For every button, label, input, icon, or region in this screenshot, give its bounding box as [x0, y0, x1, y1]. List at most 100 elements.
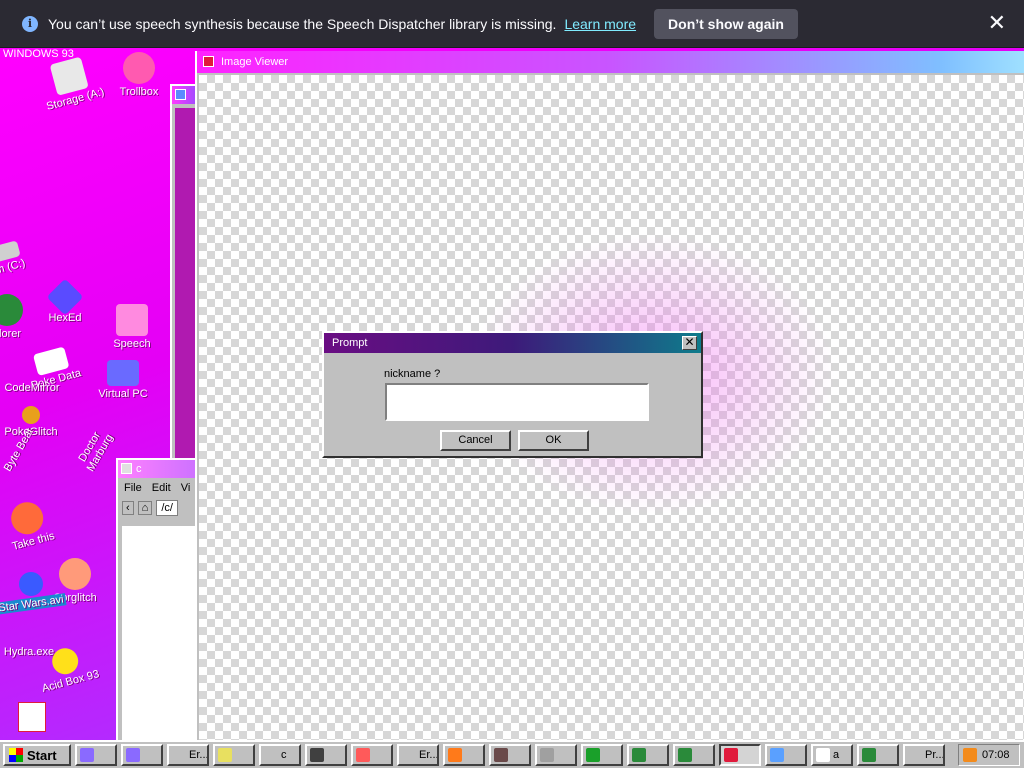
ok-button[interactable]: OK — [518, 430, 589, 451]
star-wars-icon[interactable]: Star Wars.avi — [0, 572, 67, 615]
task-app-icon — [540, 748, 554, 762]
taskbar-item[interactable] — [305, 744, 347, 766]
task-app-icon — [80, 748, 94, 762]
task-app-icon — [264, 748, 278, 762]
icon-label: Virtual PC — [98, 388, 148, 400]
video-icon — [19, 572, 43, 596]
face-icon — [116, 304, 148, 336]
task-app-icon — [448, 748, 462, 762]
cube-icon — [46, 278, 84, 316]
taskbar-item[interactable]: c — [259, 744, 301, 766]
nickname-label: nickname ? — [384, 368, 441, 380]
rss-icon[interactable] — [963, 748, 977, 762]
clock: 07:08 — [982, 749, 1010, 761]
learn-more-link[interactable]: Learn more — [564, 16, 636, 32]
explorer-icon — [0, 294, 23, 326]
desktop-title: WINDOWS 93 — [3, 48, 74, 60]
task-label: c — [281, 749, 287, 761]
task-label: Er... — [189, 749, 209, 761]
doctor-marburg-icon[interactable]: Doctor Marburg — [67, 414, 123, 487]
taskbar-item[interactable] — [75, 744, 117, 766]
taskbar-item[interactable] — [765, 744, 807, 766]
taskbar-item[interactable] — [443, 744, 485, 766]
monitor-icon — [107, 360, 139, 386]
taskbar-item[interactable] — [719, 744, 761, 766]
trollbox-icon[interactable]: Trollbox — [104, 52, 174, 98]
hexed-icon[interactable]: HexEd — [30, 278, 100, 324]
path-input[interactable]: /c/ — [156, 500, 178, 516]
taskbar-item[interactable] — [489, 744, 531, 766]
icon-label: Doctor Marburg — [76, 429, 116, 474]
icon-label[interactable]: CodeMirror — [4, 382, 59, 394]
close-icon[interactable]: ✕ — [682, 336, 697, 350]
image-viewer-icon — [203, 56, 214, 67]
task-label: a — [833, 749, 840, 761]
task-app-icon — [678, 748, 692, 762]
menu-file[interactable]: File — [124, 482, 142, 494]
taskbar-item[interactable] — [213, 744, 255, 766]
task-app-icon — [862, 748, 876, 762]
task-app-icon — [356, 748, 370, 762]
storage-icon[interactable]: Storage (A:) — [31, 52, 111, 115]
task-app-icon — [172, 748, 186, 762]
task-app-icon — [586, 748, 600, 762]
icon-label: plorer — [0, 328, 22, 340]
explorer-window[interactable]: c File Edit Vi ‹ ⌂ /c/ — [116, 458, 206, 740]
prompt-title: Prompt — [332, 337, 368, 349]
taskbar-item[interactable] — [351, 744, 393, 766]
taskbar-item[interactable] — [535, 744, 577, 766]
prompt-titlebar[interactable]: Prompt ✕ — [324, 333, 701, 353]
system-tray: 07:08 — [958, 744, 1020, 766]
taskbar-item[interactable] — [857, 744, 899, 766]
start-button[interactable]: Start — [3, 744, 71, 766]
taskbar-item[interactable] — [581, 744, 623, 766]
icon-label: em (C:) — [0, 257, 27, 279]
close-icon[interactable]: ✕ — [988, 12, 1006, 34]
task-app-icon — [632, 748, 646, 762]
task-app-icon — [816, 748, 830, 762]
explorer-menubar: File Edit Vi — [118, 478, 204, 498]
info-icon: i — [22, 15, 38, 32]
menu-view[interactable]: Vi — [181, 482, 191, 494]
folder-icon — [121, 463, 132, 474]
taskbar-item[interactable]: Pr... — [903, 744, 945, 766]
speech-notification-bar: i You can’t use speech synthesis because… — [0, 0, 1024, 48]
pdf-icon[interactable] — [18, 702, 46, 732]
taskbar-item[interactable]: Er... — [397, 744, 439, 766]
notification-message: You can’t use speech synthesis because t… — [48, 15, 557, 32]
task-app-icon — [494, 748, 508, 762]
background-window-content — [175, 108, 195, 482]
window-icon — [175, 89, 186, 100]
taskbar-item[interactable]: a — [811, 744, 853, 766]
drive-c-icon[interactable]: em (C:) — [0, 235, 43, 282]
taskbar-item[interactable] — [121, 744, 163, 766]
codemirror-icon: CodeMirror — [0, 382, 67, 394]
speech-icon[interactable]: Speech — [97, 304, 167, 350]
smiley-icon — [49, 645, 82, 678]
virtual-pc-icon[interactable]: Virtual PC — [88, 360, 158, 400]
taskbar: Start Er... c Er... a Pr... 07:08 — [0, 740, 1024, 768]
explorer-title: c — [136, 463, 142, 475]
taskbar-item[interactable] — [673, 744, 715, 766]
cancel-button[interactable]: Cancel — [440, 430, 511, 451]
task-label: Pr... — [925, 749, 945, 761]
image-viewer-titlebar[interactable]: Image Viewer — [197, 51, 1024, 73]
nickname-input[interactable] — [385, 383, 649, 421]
taskbar-item[interactable]: Er... — [167, 744, 209, 766]
home-icon[interactable]: ⌂ — [137, 501, 153, 515]
back-icon[interactable]: ‹ — [122, 501, 134, 515]
explorer-toolbar: ‹ ⌂ /c/ — [118, 498, 204, 518]
icon-label: Trollbox — [119, 86, 159, 98]
menu-edit[interactable]: Edit — [152, 482, 171, 494]
icon-label: Star Wars.avi — [0, 593, 67, 615]
image-viewer-title: Image Viewer — [221, 56, 289, 68]
chat-icon — [123, 52, 155, 84]
explorer-titlebar[interactable]: c — [118, 460, 204, 478]
dont-show-again-button[interactable]: Don’t show again — [654, 8, 798, 39]
task-app-icon — [724, 748, 738, 762]
icon-label: Take this — [10, 530, 56, 553]
prompt-dialog[interactable]: Prompt ✕ nickname ? Cancel OK — [322, 331, 703, 458]
taskbar-item[interactable] — [627, 744, 669, 766]
take-this-icon[interactable]: Take this — [0, 494, 69, 557]
task-app-icon — [218, 748, 232, 762]
